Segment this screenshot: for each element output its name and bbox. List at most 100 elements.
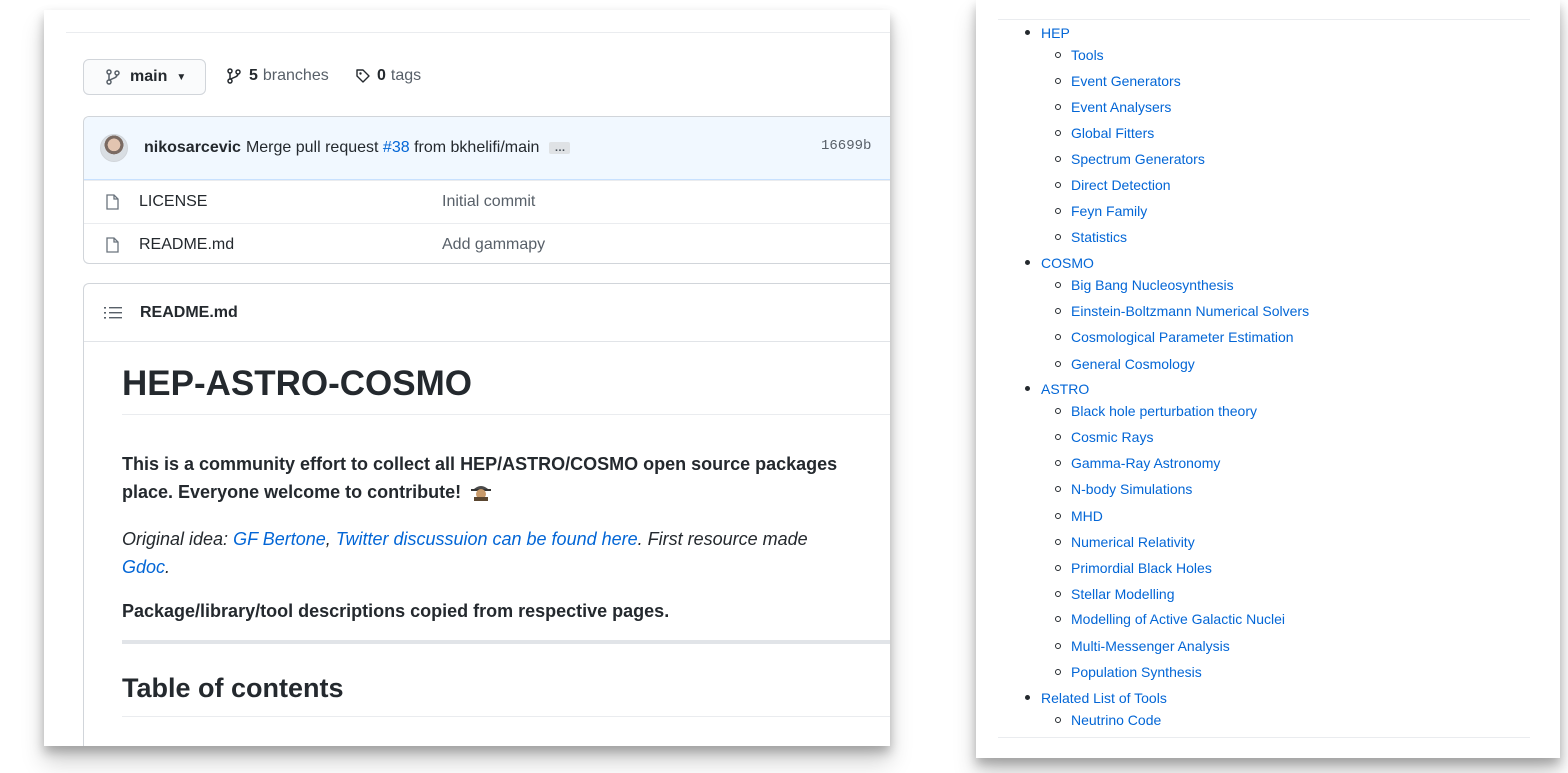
bullet-circle-icon [1055, 513, 1061, 519]
tags-count: 0 [377, 67, 386, 84]
toc-subsection-link[interactable]: Black hole perturbation theory [1071, 402, 1257, 420]
branches-count: 5 [249, 67, 258, 84]
toc-subsection-link[interactable]: Modelling of Active Galactic Nuclei [1071, 610, 1285, 628]
toc-subsection-link[interactable]: Statistics [1071, 228, 1127, 246]
toc-subsection-link[interactable]: Big Bang Nucleosynthesis [1071, 276, 1234, 294]
idea-end: . [165, 557, 171, 577]
toc-subsection-link[interactable]: Event Generators [1071, 72, 1181, 90]
commit-message-prefix[interactable]: Merge pull request [246, 139, 379, 157]
toc-subsection-link[interactable]: Event Analysers [1071, 98, 1171, 116]
bullet-circle-icon [1055, 591, 1061, 597]
branch-selector-button[interactable]: main ▼ [83, 59, 206, 95]
original-idea-paragraph: Original idea: GF Bertone, Twitter discu… [122, 525, 890, 581]
divider [66, 32, 890, 33]
file-commit-message[interactable]: Initial commit [442, 193, 535, 211]
bullet-disc-icon [1025, 30, 1030, 35]
bullet-disc-icon [1025, 386, 1030, 391]
bullet-circle-icon [1055, 52, 1061, 58]
avatar[interactable] [100, 134, 128, 162]
toc-subsection-link[interactable]: Numerical Relativity [1071, 533, 1195, 551]
toc-subsection-link[interactable]: N-body Simulations [1071, 480, 1192, 498]
idea-separator: , [325, 529, 336, 549]
commit-author[interactable]: nikosarcevic [144, 139, 241, 157]
bullet-circle-icon [1055, 616, 1061, 622]
twitter-discussion-link[interactable]: Twitter discussuion can be found here [336, 529, 638, 549]
bullet-circle-icon [1055, 308, 1061, 314]
file-name[interactable]: README.md [139, 236, 442, 254]
bullet-circle-icon [1055, 643, 1061, 649]
toc-subsection-link[interactable]: Primordial Black Holes [1071, 559, 1212, 577]
tags-label: tags [390, 67, 422, 84]
latest-commit-row: nikosarcevic Merge pull request #38 from… [84, 117, 890, 180]
bullet-circle-icon [1055, 208, 1061, 214]
branches-link[interactable]: 5 branches [227, 67, 329, 85]
intro-paragraph: This is a community effort to collect al… [122, 450, 882, 506]
pull-request-link[interactable]: #38 [383, 139, 410, 157]
bullet-circle-icon [1055, 486, 1061, 492]
toc-subsection-link[interactable]: Neutrino Code [1071, 711, 1161, 729]
bullet-circle-icon [1055, 539, 1061, 545]
toc-subsection-link[interactable]: Direct Detection [1071, 176, 1171, 194]
toc-subsection-link[interactable]: Gamma-Ray Astronomy [1071, 454, 1220, 472]
file-commit-message[interactable]: Add gammapy [442, 236, 545, 254]
bullet-circle-icon [1055, 334, 1061, 340]
bullet-circle-icon [1055, 669, 1061, 675]
caret-down-icon: ▼ [176, 71, 187, 83]
file-list: nikosarcevic Merge pull request #38 from… [83, 116, 890, 264]
toc-subsection-link[interactable]: Feyn Family [1071, 202, 1147, 220]
branches-label: branches [262, 67, 329, 84]
bullet-circle-icon [1055, 234, 1061, 240]
bullet-circle-icon [1055, 104, 1061, 110]
file-icon [106, 194, 119, 210]
toc-subsection-link[interactable]: Einstein-Boltzmann Numerical Solvers [1071, 302, 1309, 320]
file-name[interactable]: LICENSE [139, 193, 442, 211]
expand-commit-button[interactable]: … [549, 142, 571, 154]
toc-screenshot-card: HEP Tools Event Generators Event Analysers G… [976, 0, 1560, 758]
readme-panel: README.md HEP-ASTRO-COSMO This is a comm… [83, 283, 890, 746]
toc-subsection-link[interactable]: General Cosmology [1071, 355, 1195, 373]
file-icon [106, 237, 119, 253]
toc-section-link[interactable]: ASTRO [1041, 380, 1089, 398]
bullet-circle-icon [1055, 361, 1061, 367]
bullet-circle-icon [1055, 460, 1061, 466]
toc-subsection-link[interactable]: Stellar Modelling [1071, 585, 1175, 603]
bullet-circle-icon [1055, 408, 1061, 414]
branch-label: main [130, 68, 168, 85]
idea-middle: . First resource made [637, 529, 808, 549]
commit-sha[interactable]: 16699b [821, 138, 871, 154]
repo-screenshot-card: main ▼ 5 branches 0 tags nikosarcevic Me… [44, 10, 890, 746]
bullet-circle-icon [1055, 78, 1061, 84]
commit-message-suffix[interactable]: from bkhelifi/main [414, 139, 539, 157]
gf-bertone-link[interactable]: GF Bertone [233, 529, 326, 549]
toc-section-link[interactable]: Related List of Tools [1041, 689, 1167, 707]
list-unordered-icon[interactable] [104, 306, 122, 320]
toc-subsection-link[interactable]: Global Fitters [1071, 124, 1154, 142]
toc-section-link[interactable]: COSMO [1041, 254, 1094, 272]
toc-subsection-link[interactable]: Multi-Messenger Analysis [1071, 637, 1230, 655]
bullet-circle-icon [1055, 717, 1061, 723]
bullet-circle-icon [1055, 182, 1061, 188]
bullet-circle-icon [1055, 156, 1061, 162]
toc-subsection-link[interactable]: Spectrum Generators [1071, 150, 1205, 168]
readme-title: HEP-ASTRO-COSMO [122, 364, 890, 415]
toc-subsection-link[interactable]: Cosmic Rays [1071, 428, 1153, 446]
git-branch-icon [227, 68, 241, 84]
table-of-contents: HEP Tools Event Generators Event Analysers G… [976, 0, 1560, 758]
tags-link[interactable]: 0 tags [355, 67, 421, 85]
intro-line-2: place. Everyone welcome to contribute! [122, 482, 462, 502]
toc-section-link[interactable]: HEP [1041, 24, 1070, 42]
file-row[interactable]: LICENSE Initial commit [84, 180, 890, 223]
toc-subsection-link[interactable]: Population Synthesis [1071, 663, 1202, 681]
bullet-circle-icon [1055, 130, 1061, 136]
gdoc-link[interactable]: Gdoc [122, 557, 165, 577]
bullet-circle-icon [1055, 565, 1061, 571]
detective-emoji-icon [470, 481, 492, 501]
file-row[interactable]: README.md Add gammapy [84, 223, 890, 263]
toc-subsection-link[interactable]: MHD [1071, 507, 1103, 525]
bullet-circle-icon [1055, 282, 1061, 288]
readme-header: README.md [84, 284, 890, 342]
toc-subsection-link[interactable]: Cosmological Parameter Estimation [1071, 328, 1294, 346]
readme-filename: README.md [140, 303, 238, 321]
toc-subsection-link[interactable]: Tools [1071, 46, 1104, 64]
idea-prefix: Original idea: [122, 529, 234, 549]
